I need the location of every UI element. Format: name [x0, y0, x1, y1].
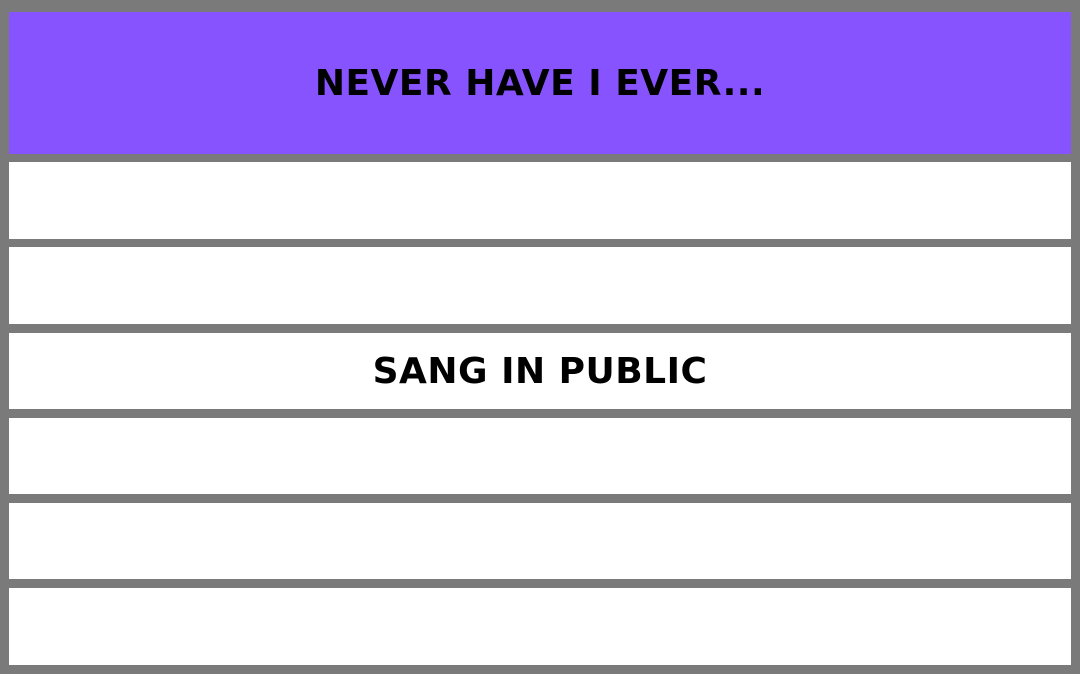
list-item	[9, 588, 1071, 665]
card-header: NEVER HAVE I EVER...	[9, 12, 1071, 154]
list-item-text: SANG IN PUBLIC	[372, 350, 708, 392]
game-card: NEVER HAVE I EVER... SANG IN PUBLIC	[0, 0, 1080, 674]
card-title: NEVER HAVE I EVER...	[314, 62, 766, 104]
list-item	[9, 503, 1071, 579]
list-item	[9, 247, 1071, 324]
list-item: SANG IN PUBLIC	[9, 333, 1071, 409]
list-item	[9, 418, 1071, 494]
list-item	[9, 162, 1071, 239]
